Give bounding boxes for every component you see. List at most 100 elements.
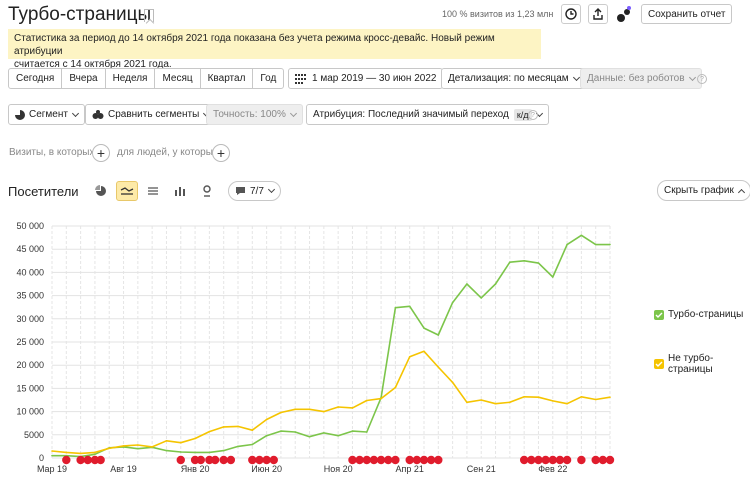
period-quarter[interactable]: Квартал	[201, 69, 254, 88]
chevron-down-icon	[267, 185, 275, 194]
compare-segments-button[interactable]: Сравнить сегменты	[85, 104, 217, 125]
metrics-selector[interactable]: 7/7	[228, 181, 281, 201]
y-tick-label: 40 000	[16, 267, 44, 277]
attribution-select[interactable]: Атрибуция: Последний значимый переход к/…	[306, 104, 549, 125]
detail-select[interactable]: Детализация: по месяцам	[441, 68, 586, 89]
period-week[interactable]: Неделя	[106, 69, 156, 88]
data-point-1	[437, 366, 440, 368]
help-icon[interactable]: ?	[528, 110, 538, 120]
data-point-1	[566, 402, 568, 405]
y-tick-label: 50 000	[16, 221, 44, 231]
legend-label-turbo: Турбо-страницы	[668, 309, 744, 320]
data-point-0	[566, 243, 568, 246]
alice-assistant-icon[interactable]	[614, 5, 634, 25]
legend-item-turbo[interactable]: Турбо-страницы	[654, 309, 743, 320]
accuracy-select[interactable]: Точность: 100%	[206, 104, 303, 125]
period-today[interactable]: Сегодня	[9, 69, 63, 88]
annotation-marker	[255, 455, 264, 465]
annotation-marker	[591, 455, 600, 465]
data-point-0	[351, 430, 354, 432]
date-range-button[interactable]: 1 мар 2019 — 30 июн 2022	[288, 68, 444, 89]
bar-chart-icon[interactable]	[169, 181, 191, 201]
data-point-1	[365, 399, 368, 402]
map-pin-icon[interactable]	[196, 181, 218, 201]
annotation-marker	[83, 455, 92, 465]
data-point-1	[408, 356, 411, 358]
data-point-1	[537, 396, 540, 399]
data-point-0	[365, 431, 368, 433]
y-tick-label: 25 000	[16, 337, 44, 347]
chevron-down-icon	[71, 109, 80, 117]
area-chart-icon[interactable]	[142, 181, 164, 201]
legend-checkbox-turbo[interactable]	[654, 309, 664, 320]
data-point-1	[165, 440, 168, 442]
save-report-button[interactable]: Сохранить отчет	[641, 4, 733, 24]
data-point-1	[580, 395, 583, 398]
series-line-0	[52, 234, 610, 458]
data-point-0	[222, 449, 225, 452]
annotation-marker	[384, 455, 393, 465]
legend-item-non-turbo[interactable]: Не турбо-страницы	[654, 353, 750, 375]
x-tick-label: Сен 21	[467, 464, 496, 474]
data-point-1	[351, 407, 354, 409]
annotation-marker	[555, 455, 565, 465]
data-point-1	[94, 451, 96, 454]
add-visits-filter-button[interactable]: +	[92, 144, 110, 162]
data-point-1	[251, 429, 254, 431]
period-month[interactable]: Месяц	[155, 69, 201, 88]
period-year[interactable]: Год	[253, 69, 283, 88]
share-icon[interactable]	[588, 4, 608, 24]
annotation-marker	[405, 455, 414, 465]
data-point-1	[451, 381, 454, 384]
data-point-0	[437, 334, 440, 336]
annotation-marker	[262, 455, 271, 465]
add-people-filter-button[interactable]: +	[212, 144, 230, 162]
data-point-1	[594, 398, 597, 401]
date-range-label: 1 мар 2019 — 30 июн 2022	[312, 73, 437, 84]
data-point-1	[494, 402, 497, 405]
x-tick-label: Апр 21	[395, 464, 423, 474]
help-icon[interactable]: ?	[697, 74, 707, 84]
data-point-1	[551, 400, 554, 402]
annotation-marker	[434, 455, 443, 465]
annotation-marker	[62, 455, 71, 465]
annotation-marker	[577, 455, 586, 465]
data-point-0	[280, 430, 282, 432]
data-point-0	[523, 260, 525, 262]
data-point-0	[337, 434, 339, 437]
period-selector: Сегодня Вчера Неделя Месяц Квартал Год	[8, 68, 285, 89]
pie-chart-icon[interactable]	[90, 181, 112, 201]
hide-chart-button[interactable]: Скрыть график	[657, 180, 750, 201]
history-icon[interactable]	[561, 4, 581, 24]
data-filter-select[interactable]: Данные: без роботов	[580, 68, 702, 89]
annotation-marker	[362, 455, 371, 465]
data-point-1	[423, 350, 425, 353]
annotation-marker	[176, 455, 185, 465]
data-point-1	[208, 430, 211, 433]
data-point-1	[380, 397, 382, 400]
data-point-0	[451, 301, 454, 304]
data-point-1	[179, 441, 182, 444]
annotation-marker	[391, 455, 400, 465]
annotation-marker	[605, 455, 615, 465]
data-point-0	[394, 306, 397, 309]
visits-share: 100 % визитов из 1,23 млн	[442, 9, 554, 19]
segment-button[interactable]: Сегмент	[8, 104, 85, 125]
legend-label-non-turbo: Не турбо-страницы	[668, 353, 714, 375]
annotation-marker	[598, 455, 608, 465]
attribution-notice: Статистика за период до 14 октября 2021 …	[8, 29, 541, 70]
data-point-0	[179, 451, 182, 453]
pie-segment-icon	[15, 109, 25, 120]
data-point-1	[79, 452, 82, 455]
line-chart-icon[interactable]	[116, 181, 138, 201]
detail-label: Детализация: по месяцам	[448, 73, 569, 84]
data-point-1	[137, 444, 139, 446]
annotation-marker	[348, 455, 357, 465]
y-tick-label: 45 000	[16, 244, 44, 254]
period-yesterday[interactable]: Вчера	[62, 69, 106, 88]
data-point-0	[494, 283, 497, 285]
compare-label: Сравнить сегменты	[108, 109, 200, 120]
chevron-down-icon	[289, 109, 297, 117]
legend-checkbox-non-turbo[interactable]	[654, 359, 664, 369]
bookmark-icon[interactable]	[144, 9, 154, 22]
